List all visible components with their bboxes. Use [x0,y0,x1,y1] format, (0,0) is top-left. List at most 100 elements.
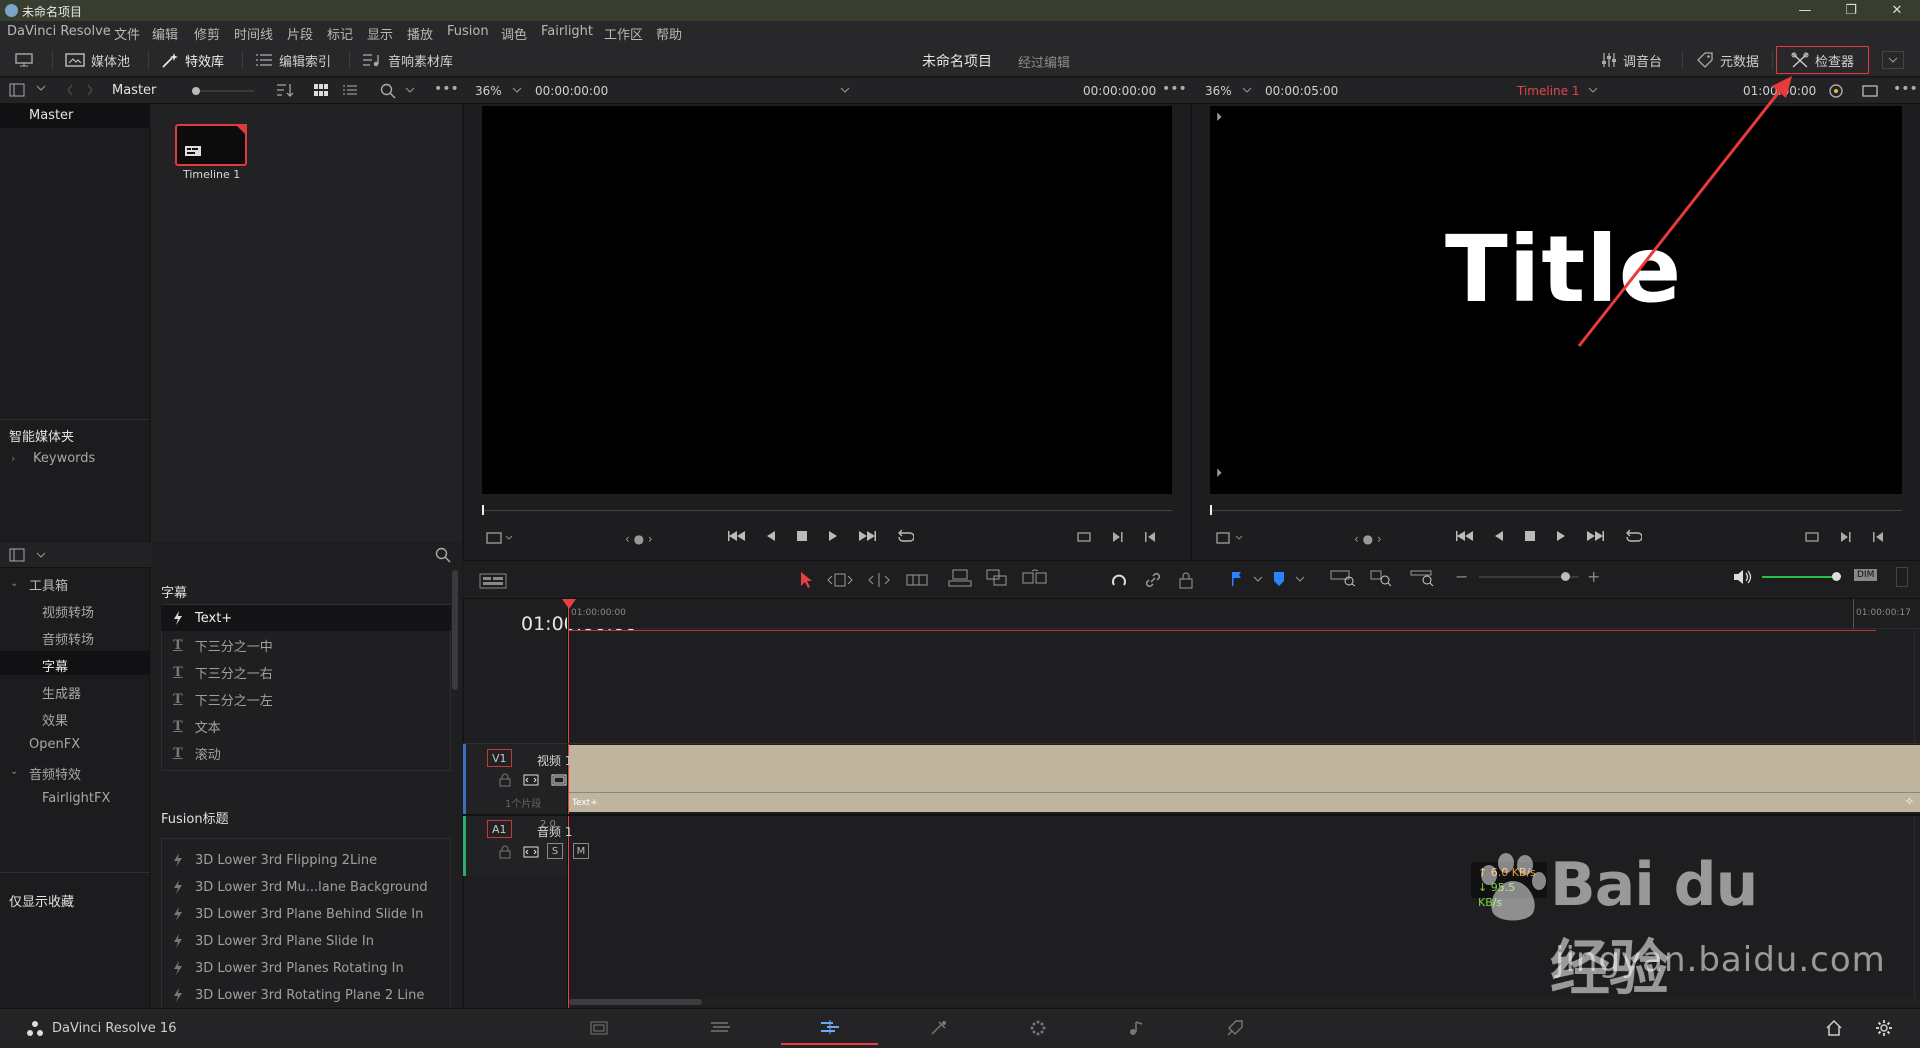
zoom-full-icon[interactable] [1330,569,1356,587]
menu-view[interactable]: 显示 [367,24,393,43]
menu-help[interactable]: 帮助 [656,24,682,43]
volume-slider[interactable] [1762,572,1841,581]
sound-library-button[interactable]: 音响素材库 [362,49,453,71]
source-scrubber[interactable] [482,505,1172,515]
timeline-viewer-zoom[interactable]: 36% [1205,84,1232,98]
fusion-title-item[interactable]: 3D Lower 3rd Planes Rotating In [161,955,451,981]
selection-arrow-icon[interactable] [799,571,813,589]
fx-audio-transitions[interactable]: 音频转场 [42,629,94,648]
zoom-out-icon[interactable]: − [1455,567,1468,586]
fx-openfx[interactable]: OpenFX [29,737,80,752]
effects-scrollbar[interactable] [452,570,458,690]
media-page-icon[interactable] [590,1021,608,1035]
source-zoom[interactable]: 36% [475,84,502,98]
monitor-toggle-button[interactable] [14,49,34,71]
zoom-in-icon[interactable]: + [1587,567,1600,586]
fusion-page-icon[interactable] [930,1020,948,1036]
chevron-right-icon[interactable]: › [11,452,15,465]
expand-toolbar-button[interactable] [1882,51,1904,69]
loop-icon[interactable] [896,529,914,543]
fusion-title-item[interactable]: 3D Lower 3rd Mu...lane Background [161,874,451,900]
audio-track-id[interactable]: A1 [487,820,512,838]
audio-meter-toggle[interactable] [1896,567,1908,587]
media-pool-button[interactable]: 媒体池 [65,49,130,71]
stop-icon[interactable] [796,530,808,542]
chevron-down-icon[interactable] [512,87,522,93]
go-to-start-icon[interactable] [728,530,746,542]
mark-out-icon[interactable] [1144,531,1156,543]
position-lock-icon[interactable] [1178,571,1194,589]
stop-icon[interactable] [1524,530,1536,542]
sidebar-toggle-icon[interactable] [9,83,25,97]
maximize-button[interactable]: ❐ [1828,0,1874,21]
loop-icon[interactable] [1624,529,1642,543]
fx-titles-row[interactable]: 字幕 [0,651,150,675]
marker-icon[interactable] [1273,571,1285,587]
sidebar-toggle-icon[interactable] [9,548,25,562]
fx-fairlightfx[interactable]: FairlightFX [42,791,110,806]
menu-color[interactable]: 调色 [501,24,527,43]
smart-bin-keywords[interactable]: Keywords [33,451,95,466]
metadata-button[interactable]: 元数据 [1696,49,1759,71]
timeline-ruler[interactable]: 01:00:00:00 01:00:00:17 [568,599,1920,631]
dim-button[interactable]: DIM [1854,569,1878,581]
menu-fusion[interactable]: Fusion [447,24,489,39]
fx-item-lower-third-left[interactable]: T 下三分之一左 [161,686,451,712]
search-icon[interactable] [380,83,396,99]
match-frame-icon[interactable] [1804,531,1820,543]
menu-trim[interactable]: 修剪 [194,24,220,43]
text-plus-clip[interactable]: Text+ ✧ [569,745,1920,812]
play-icon[interactable] [1556,530,1566,542]
fx-item-lower-third-right[interactable]: T 下三分之一右 [161,659,451,685]
settings-gear-icon[interactable] [1875,1019,1893,1037]
chevron-down-icon[interactable] [1253,576,1263,582]
thumbnail-size-slider[interactable] [192,87,254,95]
video-track-name[interactable]: 视频 1 [537,752,572,769]
auto-select-icon[interactable] [523,774,539,786]
fx-item-lower-third-center[interactable]: T 下三分之一中 [161,632,451,658]
menu-fairlight[interactable]: Fairlight [541,24,593,39]
chevron-down-icon[interactable]: ⌄ [10,766,18,777]
play-icon[interactable] [828,530,838,542]
fx-audio-effects[interactable]: 音频特效 [29,764,81,783]
mixer-button[interactable]: 调音台 [1601,49,1662,71]
fairlight-page-icon[interactable] [1128,1020,1144,1036]
mark-in-icon[interactable] [1840,531,1852,543]
lock-icon[interactable] [499,845,511,859]
mark-out-icon[interactable] [1872,531,1884,543]
chevron-down-icon[interactable] [405,87,415,93]
flag-icon[interactable] [1231,571,1243,587]
menu-timeline[interactable]: 时间线 [234,24,273,43]
edit-page-tab[interactable] [781,1009,878,1045]
forward-arrow-icon[interactable] [86,84,94,96]
bin-options-icon[interactable]: ••• [434,81,459,97]
timeline-view-options-icon[interactable] [479,573,507,589]
cut-page-icon[interactable] [710,1020,732,1034]
source-viewer-mode-icon[interactable] [486,532,514,544]
viewer-mode-icon[interactable] [1862,85,1878,97]
home-icon[interactable] [1826,1020,1842,1036]
replace-clip-icon[interactable] [1022,569,1048,587]
toolbox-header[interactable]: 工具箱 [29,575,68,594]
video-track-id[interactable]: V1 [487,749,512,767]
lock-icon[interactable] [499,773,511,787]
fx-item-text[interactable]: T 文本 [161,713,451,739]
timeline-scrubber[interactable] [1210,505,1902,515]
bin-master[interactable]: Master [0,104,150,128]
menu-playback[interactable]: 播放 [407,24,433,43]
timeline-viewer-mode-icon[interactable] [1216,532,1246,544]
timeline-viewer-options-icon[interactable]: ••• [1893,81,1918,97]
inspector-button[interactable]: 检查器 [1776,46,1870,74]
trim-tool-icon[interactable] [827,572,853,588]
fx-effects[interactable]: 效果 [42,710,68,729]
chevron-down-icon[interactable] [840,87,850,93]
color-wheel-icon[interactable] [1828,83,1844,99]
timeline-clip-thumbnail[interactable] [175,124,247,166]
fx-video-transitions[interactable]: 视频转场 [42,602,94,621]
match-frame-icon[interactable] [1076,531,1092,543]
dynamic-trim-icon[interactable] [867,572,891,588]
color-page-icon[interactable] [1030,1020,1046,1036]
chevron-down-icon[interactable] [1295,576,1305,582]
blade-tool-icon[interactable] [905,572,929,588]
overwrite-clip-icon[interactable] [986,569,1008,587]
